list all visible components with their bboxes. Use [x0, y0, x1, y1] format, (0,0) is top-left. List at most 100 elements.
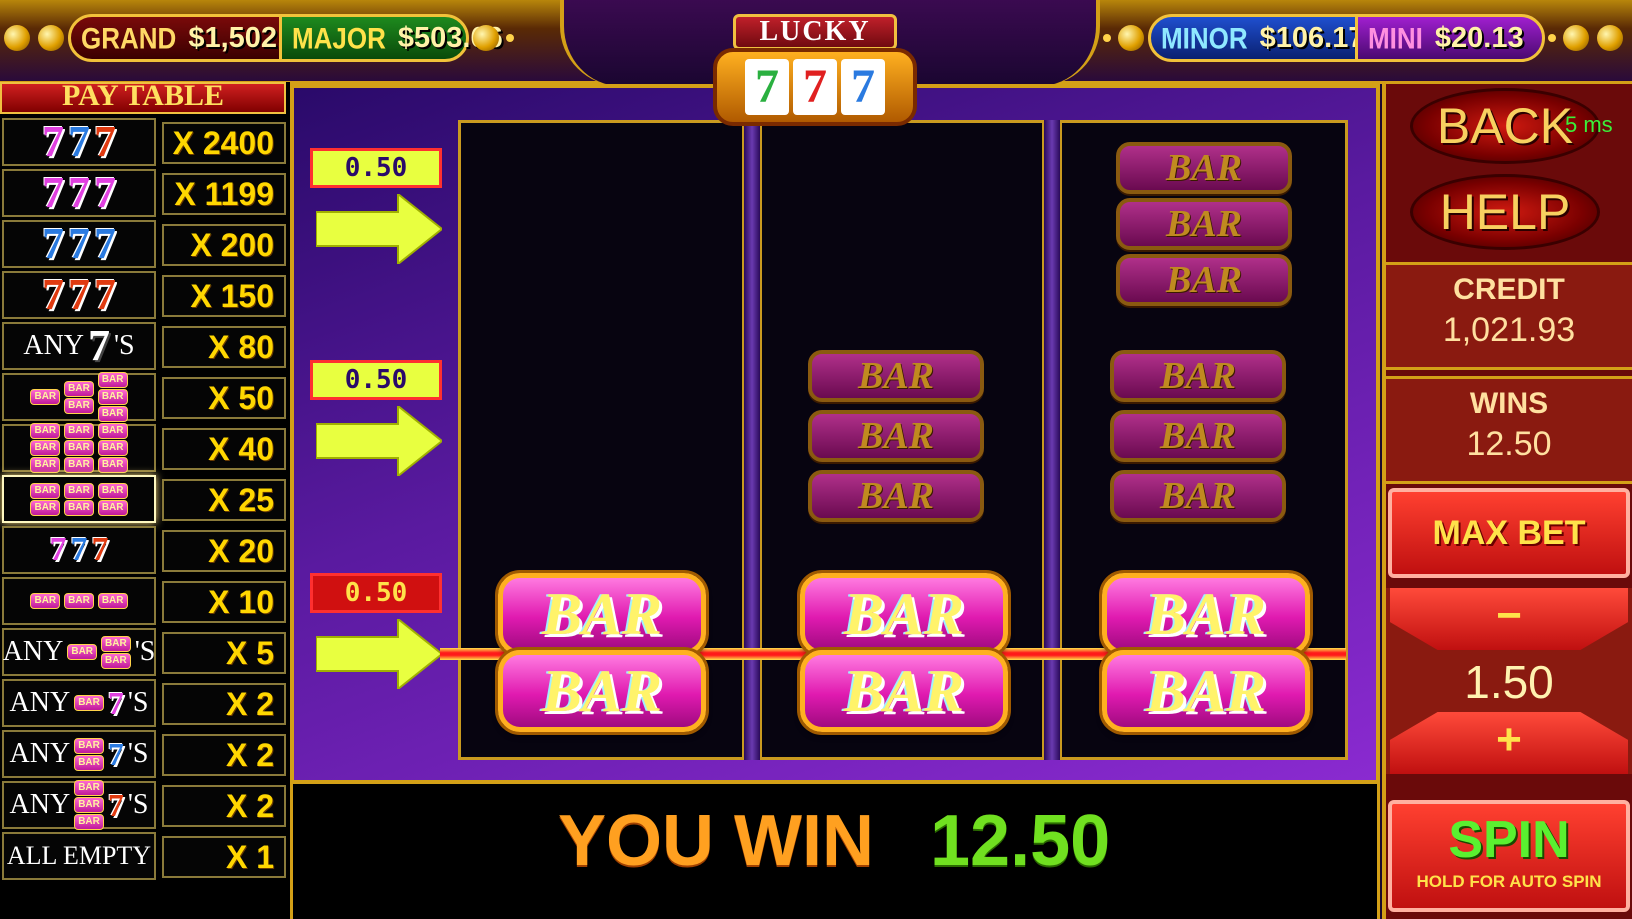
multiplier: X 2	[162, 785, 286, 827]
gold-orb-icon	[38, 25, 64, 51]
logo-seven-icon: 7	[793, 59, 837, 115]
line-bet-3[interactable]: 0.50	[310, 573, 442, 613]
wins-box: WINS 12.50	[1386, 376, 1632, 484]
logo-title: LUCKY	[733, 14, 897, 50]
symbol-bar-seven-mix-icon: 777	[2, 526, 156, 574]
symbol-all-empty: ALL EMPTY	[2, 832, 156, 880]
bet-increase-button[interactable]: +	[1390, 712, 1628, 774]
symbol-mixed-bars-icon: BAR BAR BAR BAR BAR BAR	[2, 372, 156, 422]
pay-table-row: ANY 7 'S X 80	[0, 320, 290, 371]
symbol-any-triple-bar-seven: ANY BAR BAR BAR 7 'S	[2, 780, 156, 830]
multiplier: X 10	[162, 581, 286, 623]
jackpot-minor-value: $106.17	[1259, 21, 1365, 54]
symbol-double-bars-icon: BAR BAR BAR BAR BAR BAR	[2, 475, 156, 523]
jackpot-minor: MINOR $106.17	[1148, 14, 1365, 62]
gold-dot-icon	[1548, 34, 1556, 42]
gold-orb-icon	[473, 25, 499, 51]
pay-table-row: 777 X 20	[0, 524, 290, 575]
multiplier: X 2400	[162, 122, 286, 164]
winning-symbol-bar: BAR	[1102, 650, 1310, 732]
reel-symbol-bar: BAR	[1116, 142, 1292, 194]
jackpot-mini-label: MINI	[1368, 20, 1423, 55]
multiplier: X 25	[162, 479, 286, 521]
reel-symbol-bar: BAR	[808, 410, 984, 462]
credit-label: CREDIT	[1453, 273, 1565, 306]
multiplier: X 2	[162, 683, 286, 725]
wins-label: WINS	[1469, 387, 1549, 420]
gold-dot-icon	[1103, 34, 1111, 42]
spin-button[interactable]: SPIN HOLD FOR AUTO SPIN	[1388, 800, 1630, 912]
arrow-right-icon	[316, 619, 442, 689]
pay-table-row: 777 X 2400	[0, 116, 290, 167]
gold-orb-icon	[1563, 25, 1589, 51]
symbol-any-bar-seven: ANY BAR 7 'S	[2, 679, 156, 727]
reel-symbol-bar: BAR	[1110, 350, 1286, 402]
symbol-red-sevens-icon: 777	[2, 271, 156, 319]
bet-decrease-button[interactable]: −	[1390, 588, 1628, 650]
multiplier: X 20	[162, 530, 286, 572]
multiplier: X 200	[162, 224, 286, 266]
multiplier: X 2	[162, 734, 286, 776]
pay-table-row: ANY BAR BAR BAR 'S X 5	[0, 626, 290, 677]
credit-value: 1,021.93	[1442, 311, 1576, 349]
arrow-right-icon	[316, 406, 442, 476]
multiplier: X 50	[162, 377, 286, 419]
gold-dot-icon	[506, 34, 514, 42]
max-bet-button[interactable]: MAX BET	[1388, 488, 1630, 578]
white-seven-icon: 7	[88, 321, 111, 370]
win-message-label: YOU WIN	[558, 801, 874, 881]
pay-table-row: ANY BAR BAR BAR 7 'S X 2	[0, 779, 290, 830]
gold-orb-icon	[1597, 25, 1623, 51]
pay-table-row: ALL EMPTY X 1	[0, 830, 290, 881]
jackpot-group-right: MINOR $106.17 MINI $20.13	[1100, 12, 1627, 64]
line-bet-1[interactable]: 0.50	[310, 148, 442, 188]
help-button[interactable]: HELP	[1410, 174, 1600, 250]
jackpot-grand: GRAND $1,502.82	[68, 14, 317, 62]
wins-value: 12.50	[1466, 425, 1552, 463]
symbol-blue-sevens-icon: 777	[2, 220, 156, 268]
game-logo: LUCKY 7 7 7	[713, 14, 917, 126]
multiplier: X 5	[162, 632, 286, 674]
winning-symbol-bar: BAR	[498, 573, 706, 655]
spin-hint: HOLD FOR AUTO SPIN	[1416, 872, 1602, 891]
logo-seven-icon: 7	[841, 59, 885, 115]
jackpot-minor-label: MINOR	[1161, 20, 1248, 55]
jackpot-major-label: MAJOR	[292, 20, 386, 55]
jackpot-group-left: GRAND $1,502.82 MAJOR $503.66	[0, 12, 517, 64]
logo-seven-icon: 7	[745, 59, 789, 115]
winning-symbol-bar: BAR	[498, 650, 706, 732]
winning-symbol-bar: BAR	[800, 573, 1008, 655]
bet-value: 1.50	[1464, 656, 1554, 708]
reel-divider	[1042, 120, 1062, 760]
spin-label: SPIN	[1448, 811, 1570, 869]
pay-table-row: 777 X 200	[0, 218, 290, 269]
symbol-multicolor-sevens-icon: 777	[2, 169, 156, 217]
jackpot-major: MAJOR $503.66	[279, 14, 503, 62]
jackpot-mini-value: $20.13	[1434, 21, 1524, 54]
gold-orb-icon	[1118, 25, 1144, 51]
symbol-single-bars-icon: BAR BAR BAR	[2, 577, 156, 625]
symbol-any-bars: ANY BAR BAR BAR 'S	[2, 628, 156, 676]
winning-symbol-bar: BAR	[800, 650, 1008, 732]
symbol-any-double-bar-seven: ANY BAR BAR 7 'S	[2, 730, 156, 778]
line-bet-2[interactable]: 0.50	[310, 360, 442, 400]
jackpot-mini: MINI $20.13	[1355, 14, 1545, 62]
pay-table-row: ANY BAR BAR 7 'S X 2	[0, 728, 290, 779]
any-suffix: 'S	[114, 330, 135, 361]
reel-symbol-bar: BAR	[1110, 470, 1286, 522]
win-message-value: 12.50	[930, 801, 1111, 881]
reel-symbol-bar: BAR	[808, 350, 984, 402]
symbol-any-sevens: ANY 7 'S	[2, 322, 156, 370]
multiplier: X 80	[162, 326, 286, 368]
arrow-right-icon	[316, 194, 442, 264]
symbol-triple-bars-icon: BAR BAR BAR BAR BAR BAR BAR BAR BAR	[2, 423, 156, 473]
pay-table-title: PAY TABLE	[0, 82, 286, 114]
reel-symbol-bar: BAR	[808, 470, 984, 522]
multiplier: X 150	[162, 275, 286, 317]
pay-table-row: BAR BAR BAR BAR BAR BAR BAR BAR BAR X 40	[0, 422, 290, 473]
pay-table-row: BAR BAR BAR X 10	[0, 575, 290, 626]
multiplier: X 1	[162, 836, 286, 878]
multiplier: X 40	[162, 428, 286, 470]
winning-symbol-bar: BAR	[1102, 573, 1310, 655]
jackpot-grand-label: GRAND	[81, 20, 177, 55]
